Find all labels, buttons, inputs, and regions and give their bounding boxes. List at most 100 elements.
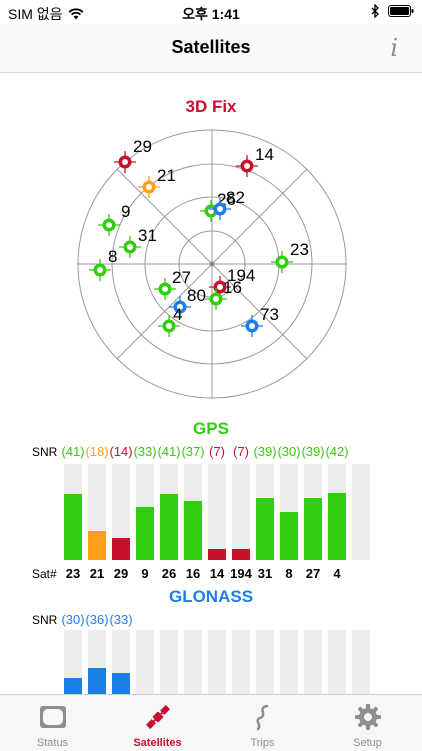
snr-bar-slot: [136, 630, 154, 694]
info-button[interactable]: i: [390, 34, 398, 62]
snr-bar-slot: [232, 630, 250, 694]
snr-bar-slot: [256, 630, 274, 694]
sat-id-label: 16: [223, 278, 242, 297]
snr-bar: [160, 494, 178, 560]
sat-id-label: 8: [108, 247, 117, 266]
snr-value: (42): [325, 444, 349, 459]
snr-value: (41): [157, 444, 181, 459]
tab-trips-label: Trips: [250, 737, 275, 749]
sat-id-label: 82: [226, 188, 245, 207]
snr-bar-slot: [208, 464, 226, 560]
snr-bar-slot: [136, 464, 154, 560]
snr-bar-slot: [64, 464, 82, 560]
sat-marker: 27: [154, 268, 191, 300]
snr-bar-slot: [328, 464, 346, 560]
snr-value: (18): [85, 444, 109, 459]
status-bar: SIM 없음 오후 1:41: [0, 0, 422, 24]
status-icon: [40, 706, 66, 728]
sat-number: 23: [65, 566, 81, 581]
gps-sat-label: Sat#: [32, 567, 57, 581]
sat-marker: 31: [119, 226, 157, 258]
sat-number: 14: [209, 566, 225, 581]
tab-satellites[interactable]: Satellites: [105, 695, 210, 751]
sat-marker: 29: [114, 137, 152, 173]
snr-bar: [256, 498, 274, 560]
snr-bar-slot: [328, 630, 346, 694]
snr-value: (33): [109, 612, 133, 627]
sat-number: 8: [285, 566, 293, 581]
bluetooth-icon: [371, 4, 379, 18]
snr-bar: [208, 549, 226, 560]
sat-marker: 16: [205, 278, 242, 310]
snr-bar: [64, 494, 82, 560]
clock: 오후 1:41: [182, 6, 240, 22]
snr-bar-slot: [112, 630, 130, 694]
sat-id-label: 14: [255, 145, 274, 164]
battery-icon: [388, 5, 414, 17]
sat-number: 21: [89, 566, 105, 581]
snr-bar-slot: [88, 630, 106, 694]
sat-number: 4: [333, 566, 341, 581]
satellite-icon: [145, 704, 171, 730]
snr-bar: [232, 549, 250, 560]
sat-id-label: 80: [187, 286, 206, 305]
snr-bar-slot: [280, 630, 298, 694]
snr-bar-slot: [352, 464, 370, 560]
sat-id-label: 73: [260, 305, 279, 324]
snr-value: (14): [109, 444, 133, 459]
glonass-title: GLONASS: [168, 587, 254, 606]
snr-value: (30): [61, 612, 85, 627]
sat-number: 194: [230, 566, 252, 581]
snr-bar-slot: [160, 630, 178, 694]
snr-bar: [304, 498, 322, 560]
snr-value: (7): [209, 444, 225, 459]
sat-marker: 14: [236, 145, 274, 177]
sat-marker: 4: [158, 305, 182, 337]
snr-bar-slot: [304, 464, 322, 560]
sat-id-label: 9: [121, 202, 130, 221]
snr-bar-slot: [256, 464, 274, 560]
status-indicators: [371, 4, 414, 18]
snr-bar: [88, 668, 106, 694]
snr-bar-slot: [280, 464, 298, 560]
nav-bar: Satellites i: [0, 24, 422, 73]
snr-bar-slot: [184, 630, 202, 694]
sky-plot: 29211426829318 2327 19416804 73: [77, 129, 347, 399]
page-title: Satellites: [171, 37, 251, 57]
snr-value: (33): [133, 444, 157, 459]
sky-plot-center: [209, 261, 215, 267]
sat-marker: 9: [98, 202, 130, 236]
snr-value: (36): [85, 612, 109, 627]
tab-status[interactable]: Status: [0, 695, 105, 751]
snr-bar: [280, 512, 298, 560]
gps-title: GPS: [193, 419, 229, 438]
glonass-snr-label: SNR: [32, 613, 58, 627]
glonass-snr-chart: [64, 630, 384, 694]
snr-bar: [184, 501, 202, 560]
fix-status: 3D Fix: [185, 97, 237, 116]
sat-id-label: 27: [172, 268, 191, 287]
snr-bar-slot: [160, 464, 178, 560]
sat-number: 9: [141, 566, 149, 581]
sat-id-label: 23: [290, 240, 309, 259]
snr-bar: [112, 538, 130, 560]
sat-number: 16: [185, 566, 201, 581]
snr-bar: [136, 507, 154, 560]
gps-snr-label: SNR: [32, 445, 58, 459]
sat-number: 27: [305, 566, 321, 581]
snr-bar-slot: [184, 464, 202, 560]
trips-icon: [256, 704, 269, 731]
snr-bar-slot: [232, 464, 250, 560]
sat-number: 31: [257, 566, 273, 581]
sat-number: 29: [113, 566, 129, 581]
snr-bar-slot: [88, 464, 106, 560]
gear-icon: [355, 704, 381, 730]
tab-bar: Status Satellites Trips Setup: [0, 694, 422, 751]
sat-id-label: 29: [133, 137, 152, 156]
tab-trips[interactable]: Trips: [210, 695, 315, 751]
sat-number: 26: [161, 566, 177, 581]
tab-setup[interactable]: Setup: [315, 695, 420, 751]
snr-bar-slot: [112, 464, 130, 560]
sat-id-label: 31: [138, 226, 157, 245]
snr-value: (37): [181, 444, 205, 459]
